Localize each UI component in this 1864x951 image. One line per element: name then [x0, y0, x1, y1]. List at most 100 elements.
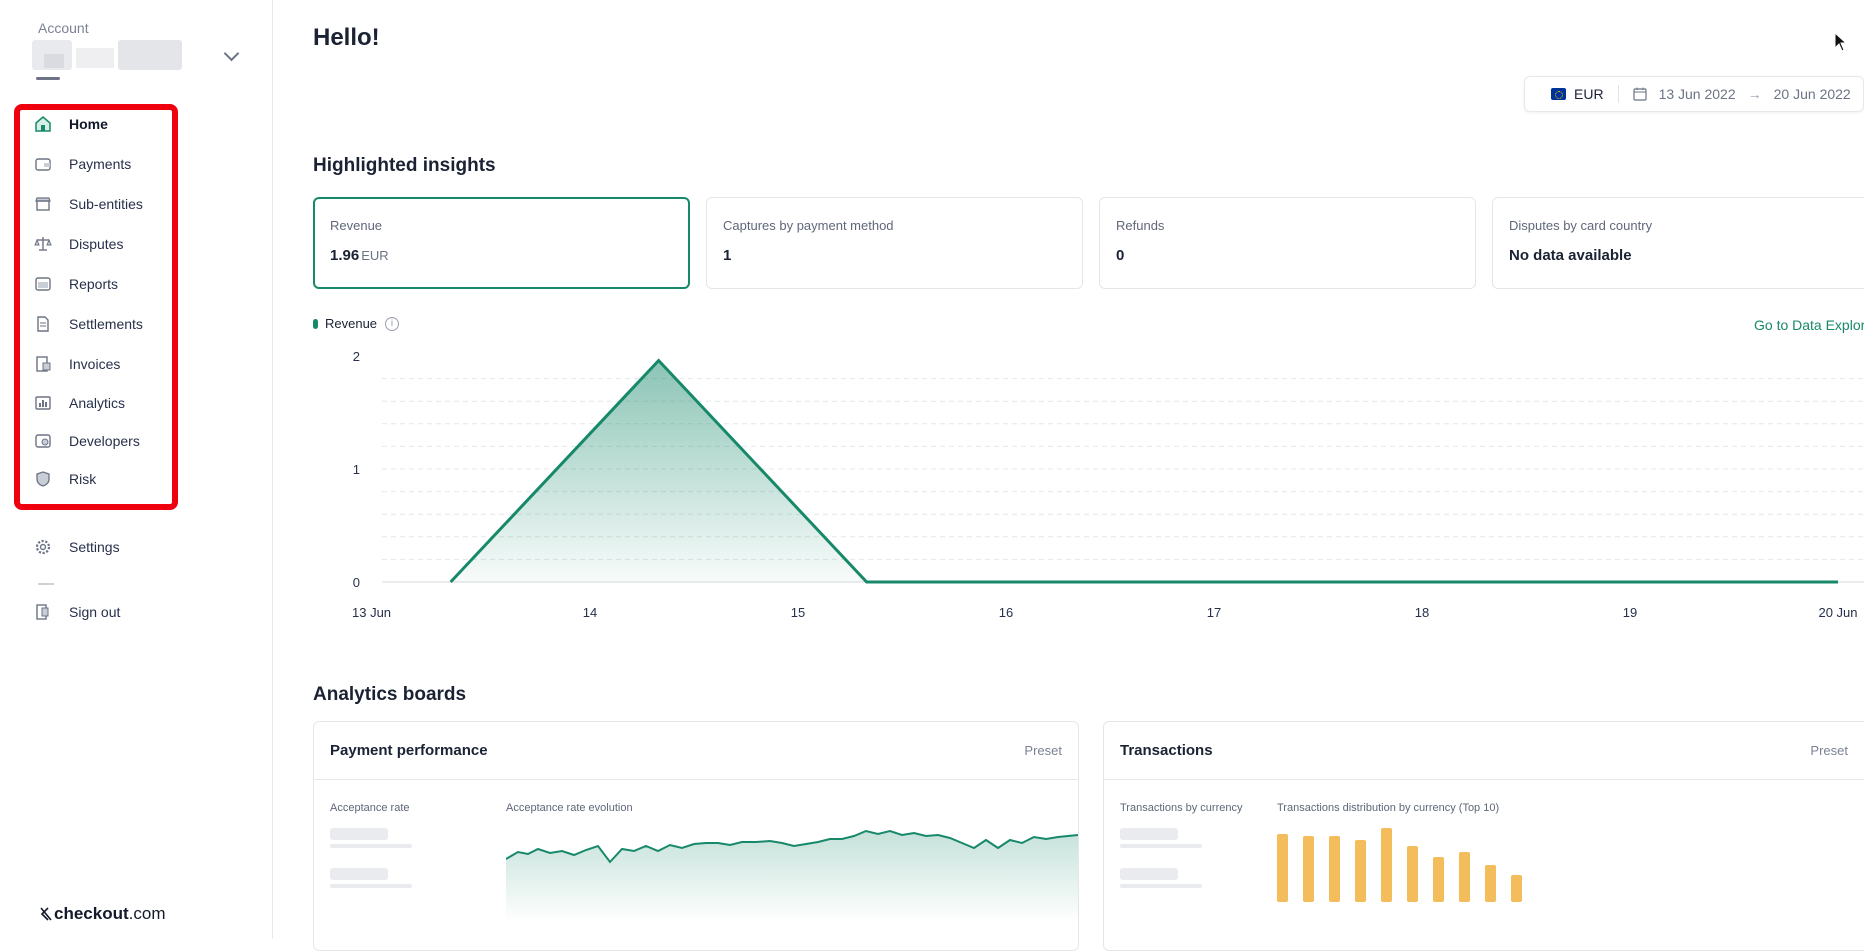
checkout-logo: checkout .com — [38, 904, 165, 924]
sidebar-item-risk[interactable]: Risk — [34, 465, 184, 493]
boards-title: Analytics boards — [313, 684, 467, 705]
insight-card-revenue[interactable]: Revenue 1.96 EUR — [313, 197, 690, 289]
sidebar-item-label: Invoices — [69, 356, 121, 372]
sidebar-item-label: Disputes — [69, 236, 124, 252]
sidebar-item-label: Payments — [69, 156, 132, 172]
legend-swatch — [313, 318, 318, 329]
skeleton-placeholder — [330, 844, 412, 848]
insight-card-captures[interactable]: Captures by payment method 1 — [706, 197, 1083, 289]
x-tick-label: 20 Jun — [1818, 605, 1857, 620]
board-chart-title: Transactions distribution by currency (T… — [1277, 802, 1500, 814]
board-transactions[interactable]: Transactions Preset Transactions by curr… — [1103, 721, 1864, 951]
board-title: Transactions — [1120, 742, 1213, 759]
board-payment-performance[interactable]: Payment performance Preset Acceptance ra… — [313, 721, 1079, 951]
insight-card-title: Revenue — [330, 218, 383, 233]
insight-card-value: 1 — [723, 247, 732, 264]
insight-card-title: Disputes by card country — [1509, 218, 1653, 233]
chevron-down-icon — [223, 45, 240, 62]
filter-divider — [1617, 85, 1619, 103]
sidebar-item-label: Reports — [69, 276, 119, 292]
skeleton-placeholder — [330, 884, 412, 888]
info-icon[interactable]: i — [385, 316, 400, 331]
insights-title: Highlighted insights — [313, 155, 496, 176]
scale-icon — [34, 235, 52, 253]
sidebar-item-analytics[interactable]: Analytics — [34, 389, 184, 417]
sidebar-item-label: Analytics — [69, 395, 126, 411]
insight-card-title: Refunds — [1116, 218, 1165, 233]
home-icon — [34, 115, 52, 133]
sign-out-icon — [34, 603, 52, 621]
insight-value-number: 1.96 — [330, 247, 360, 264]
sidebar-item-reports[interactable]: Reports — [34, 270, 184, 298]
insight-card-value: No data available — [1509, 247, 1632, 264]
date-from: 13 Jun 2022 — [1658, 86, 1736, 102]
report-icon — [34, 275, 52, 293]
revenue-area — [450, 360, 867, 582]
insight-card-refunds[interactable]: Refunds 0 — [1099, 197, 1476, 289]
account-name-blur — [118, 40, 182, 70]
gear-icon — [34, 538, 52, 556]
account-underline — [36, 77, 60, 80]
code-icon — [34, 432, 52, 450]
sidebar-item-settings[interactable]: Settings — [34, 533, 184, 561]
sidebar-item-settlements[interactable]: Settlements — [34, 310, 184, 338]
skeleton-placeholder — [330, 828, 388, 840]
y-tick-label: 1 — [353, 462, 360, 477]
x-tick-label: 15 — [791, 605, 805, 620]
account-label: Account — [38, 20, 89, 36]
mouse-cursor-icon — [1834, 32, 1848, 52]
sidebar-item-payments[interactable]: Payments — [34, 150, 184, 178]
calendar-icon — [1632, 87, 1647, 101]
sidebar-item-label: Settlements — [69, 316, 143, 332]
currency-date-filter[interactable]: EUR 13 Jun 2022 → 20 Jun 2022 — [1524, 76, 1864, 112]
insight-card-title: Captures by payment method — [723, 218, 894, 233]
sidebar-item-developers[interactable]: Developers — [34, 427, 184, 455]
board-title: Payment performance — [330, 742, 488, 759]
sidebar-item-sub-entities[interactable]: Sub-entities — [34, 190, 184, 218]
sidebar-item-label: Home — [69, 116, 108, 132]
checkout-logo-icon — [40, 907, 52, 921]
sidebar-item-label: Risk — [69, 471, 97, 487]
document-icon — [34, 315, 52, 333]
sidebar-item-disputes[interactable]: Disputes — [34, 230, 184, 258]
sidebar-divider — [38, 583, 54, 585]
analytics-icon — [34, 394, 52, 412]
sidebar-item-label: Settings — [69, 539, 120, 555]
revenue-chart: 0 1 2 13 Jun 14 15 16 17 18 19 20 Jun — [352, 349, 1864, 620]
sidebar-item-label: Developers — [69, 433, 140, 449]
chart-legend: Revenue i — [313, 316, 400, 331]
board-header: Payment performance Preset — [314, 722, 1078, 780]
board-metric-label: Transactions by currency — [1120, 802, 1243, 814]
account-select[interactable] — [30, 38, 242, 74]
data-explorer-link[interactable]: Go to Data Explorer — [1754, 317, 1864, 333]
x-tick-label: 16 — [999, 605, 1013, 620]
skeleton-placeholder — [1120, 868, 1178, 880]
acceptance-rate-sparkline — [506, 829, 1078, 922]
sidebar-item-invoices[interactable]: Invoices — [34, 350, 184, 378]
account-name-blur — [44, 54, 64, 68]
date-to: 20 Jun 2022 — [1773, 86, 1851, 102]
store-icon — [34, 195, 52, 213]
board-preset-label: Preset — [1810, 743, 1848, 758]
y-tick-label: 2 — [353, 349, 360, 364]
sidebar-item-label: Sub-entities — [69, 196, 143, 212]
shield-icon — [34, 470, 52, 488]
insight-value-unit: EUR — [361, 248, 389, 263]
skeleton-placeholder — [1120, 884, 1202, 888]
board-chart-title: Acceptance rate evolution — [506, 802, 633, 814]
x-tick-label: 14 — [583, 605, 597, 620]
skeleton-placeholder — [330, 868, 388, 880]
sidebar-item-sign-out[interactable]: Sign out — [34, 598, 184, 626]
legend-label: Revenue — [325, 316, 378, 331]
skeleton-placeholder — [1120, 828, 1178, 840]
logo-word: checkout — [54, 904, 129, 923]
board-metric-label: Acceptance rate — [330, 802, 410, 814]
sidebar-item-label: Sign out — [69, 604, 121, 620]
x-tick-label: 13 Jun — [352, 605, 391, 620]
sidebar-item-home[interactable]: Home — [34, 110, 184, 138]
currency-value: EUR — [1574, 86, 1604, 102]
account-name-blur — [76, 48, 114, 68]
x-tick-label: 18 — [1415, 605, 1429, 620]
insight-card-disputes[interactable]: Disputes by card country No data availab… — [1492, 197, 1864, 289]
insight-card-value: 1.96 EUR — [330, 247, 673, 264]
